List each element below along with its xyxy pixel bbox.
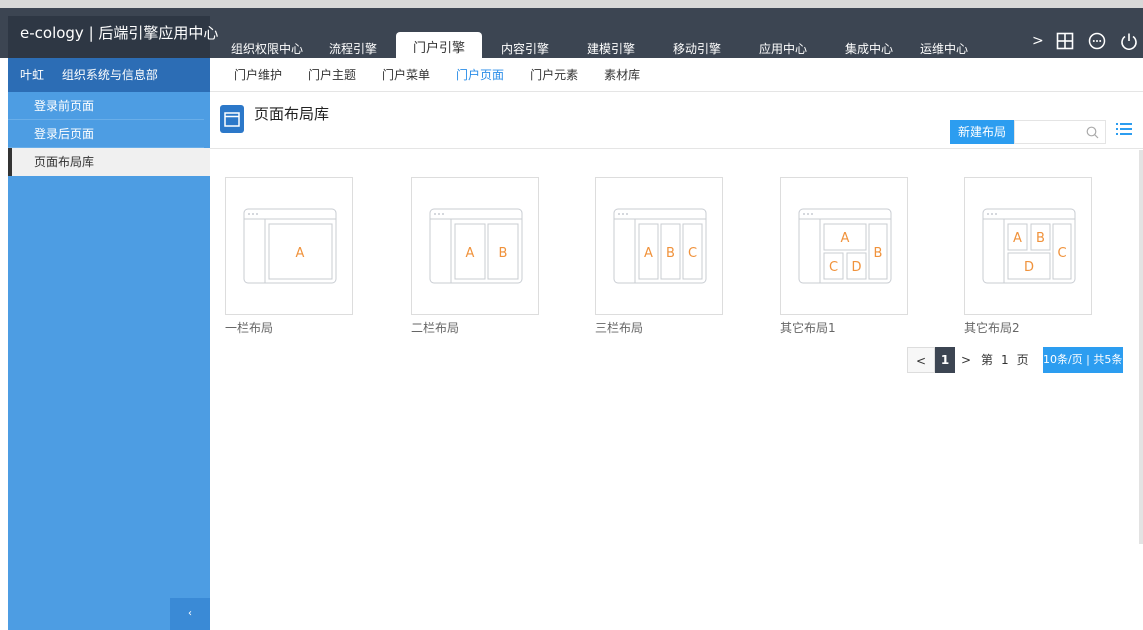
search-icon[interactable] xyxy=(1086,126,1099,139)
other-layout-2-icon: A B C D xyxy=(982,208,1076,284)
prev-page-button[interactable]: < xyxy=(907,347,935,373)
top-header: e-cology | 后端引擎应用中心 组织权限中心 流程引擎 门户引擎 内容引… xyxy=(0,0,1143,66)
block-a: A xyxy=(1013,231,1022,246)
layout-label-one-column: 一栏布局 xyxy=(225,321,274,335)
layout-card-other-1[interactable]: A B C D xyxy=(780,177,908,315)
subtab-portal-menu[interactable]: 门户菜单 xyxy=(382,58,430,91)
block-d: D xyxy=(851,260,861,275)
layout-label-two-column: 二栏布局 xyxy=(411,321,460,335)
subtab-material-library[interactable]: 素材库 xyxy=(604,58,640,91)
list-view-icon[interactable] xyxy=(1116,122,1132,136)
layout-card-three-column[interactable]: A B C xyxy=(595,177,723,315)
block-b: B xyxy=(874,246,883,261)
block-c: C xyxy=(688,246,697,261)
block-c: C xyxy=(829,260,838,275)
sidebar: 叶虹 组织系统与信息部 登录前页面 登录后页面 页面布局库 ‹ xyxy=(8,58,210,630)
current-page-button[interactable]: 1 xyxy=(935,347,955,373)
subtab-portal-theme[interactable]: 门户主题 xyxy=(308,58,356,91)
tabs-more-button[interactable]: > xyxy=(1032,33,1044,49)
layout-label-three-column: 三栏布局 xyxy=(595,321,644,335)
page-size-selector[interactable]: 10条/页 | 共5条 xyxy=(1042,347,1123,373)
layout-card-two-column[interactable]: A B xyxy=(411,177,539,315)
layout-card-one-column[interactable]: A xyxy=(225,177,353,315)
more-icon[interactable] xyxy=(1088,32,1106,50)
subtab-portal-page[interactable]: 门户页面 xyxy=(456,58,504,91)
top-toolbar: > xyxy=(1032,32,1138,50)
pagination: < 1 > 第 1 页 10条/页 | 共5条 xyxy=(907,347,1123,373)
two-column-layout-icon: A B xyxy=(429,208,523,284)
layout-card-other-2[interactable]: A B C D xyxy=(964,177,1092,315)
sidebar-user: 叶虹 组织系统与信息部 xyxy=(8,58,210,92)
layout-label-other-2: 其它布局2 xyxy=(964,321,1020,335)
new-layout-button[interactable]: 新建布局 xyxy=(950,120,1014,144)
sidebar-item-post-login[interactable]: 登录后页面 xyxy=(8,120,204,148)
search-box xyxy=(1014,120,1106,144)
grid-icon[interactable] xyxy=(1056,32,1074,50)
page-label-prefix: 第 xyxy=(981,353,994,367)
layout-library-icon xyxy=(220,105,244,133)
other-layout-1-icon: A B C D xyxy=(798,208,892,284)
block-c: C xyxy=(1057,246,1066,261)
three-column-layout-icon: A B C xyxy=(613,208,707,284)
user-dept: 组织系统与信息部 xyxy=(61,68,158,82)
sub-tabs: 门户维护 门户主题 门户菜单 门户页面 门户元素 素材库 xyxy=(210,58,1143,92)
page-number-input[interactable]: 1 xyxy=(997,347,1013,373)
one-column-layout-icon: A xyxy=(243,208,337,284)
user-name: 叶虹 xyxy=(20,68,45,82)
search-input[interactable] xyxy=(1015,121,1085,143)
block-a: A xyxy=(296,246,305,261)
subtab-portal-maintain[interactable]: 门户维护 xyxy=(234,58,282,91)
page-label-suffix: 页 xyxy=(1016,353,1029,367)
block-b: B xyxy=(1036,231,1045,246)
block-b: B xyxy=(666,246,675,261)
sidebar-item-pre-login[interactable]: 登录前页面 xyxy=(8,92,204,120)
block-a: A xyxy=(644,246,653,261)
page-title: 页面布局库 xyxy=(254,105,330,123)
layout-label-other-1: 其它布局1 xyxy=(780,321,836,335)
block-b: B xyxy=(499,246,508,261)
page-header: 页面布局库 新建布局 xyxy=(210,93,1143,149)
block-d: D xyxy=(1024,260,1034,275)
block-a: A xyxy=(466,246,475,261)
sidebar-item-layout-library[interactable]: 页面布局库 xyxy=(8,148,210,176)
power-icon[interactable] xyxy=(1120,32,1138,50)
subtab-portal-element[interactable]: 门户元素 xyxy=(530,58,578,91)
block-a: A xyxy=(841,231,850,246)
next-page-button[interactable]: > xyxy=(955,347,977,373)
sidebar-collapse-button[interactable]: ‹ xyxy=(170,598,210,630)
scrollbar[interactable] xyxy=(1139,150,1143,544)
